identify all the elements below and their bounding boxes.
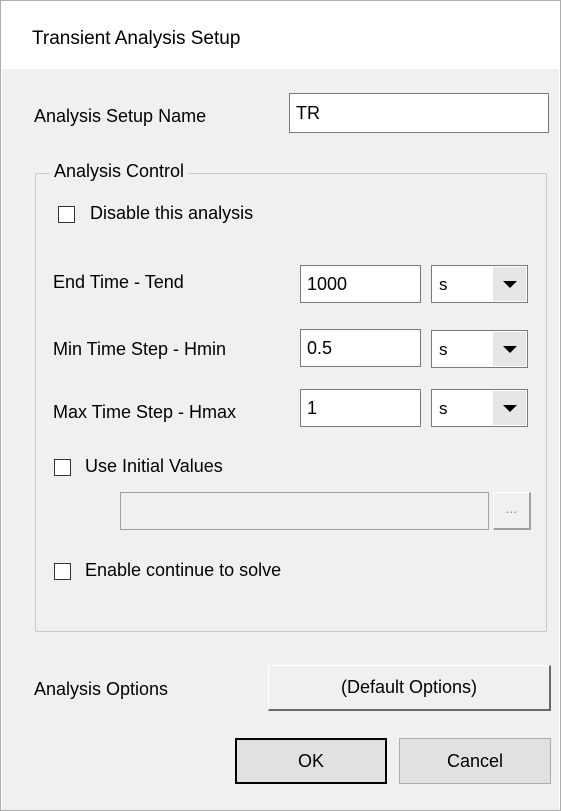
- max-step-input[interactable]: [300, 389, 421, 427]
- end-time-input[interactable]: [300, 265, 421, 303]
- end-time-label: End Time - Tend: [53, 272, 184, 292]
- analysis-control-legend: Analysis Control: [50, 161, 189, 182]
- max-step-unit-select[interactable]: s: [431, 389, 528, 427]
- end-time-unit-dropdown-button[interactable]: [492, 267, 526, 301]
- transient-analysis-setup-dialog: Transient Analysis Setup Analysis Setup …: [0, 0, 561, 811]
- disable-analysis-label: Disable this analysis: [90, 203, 254, 223]
- continue-solve-checkbox[interactable]: [54, 563, 71, 580]
- continue-solve-label: Enable continue to solve: [85, 560, 282, 580]
- min-step-unit-dropdown-button[interactable]: [492, 332, 526, 366]
- default-options-button[interactable]: (Default Options): [268, 665, 551, 711]
- max-step-unit-value: s: [439, 399, 448, 418]
- setup-name-label: Analysis Setup Name: [34, 106, 207, 126]
- max-step-label: Max Time Step - Hmax: [53, 402, 237, 422]
- chevron-down-icon: [503, 346, 517, 353]
- cancel-button[interactable]: Cancel: [399, 738, 551, 784]
- browse-initial-values-button[interactable]: ...: [493, 492, 531, 530]
- chevron-down-icon: [503, 405, 517, 412]
- dialog-body: Analysis Setup Name Analysis Control Dis…: [2, 69, 559, 810]
- ok-button[interactable]: OK: [235, 738, 387, 784]
- max-step-unit-dropdown-button[interactable]: [492, 391, 526, 425]
- title-bar[interactable]: Transient Analysis Setup: [2, 2, 559, 68]
- disable-analysis-checkbox[interactable]: [58, 206, 75, 223]
- chevron-down-icon: [503, 281, 517, 288]
- setup-name-input[interactable]: [289, 93, 549, 133]
- use-initial-values-label: Use Initial Values: [85, 456, 223, 476]
- analysis-options-label: Analysis Options: [34, 679, 169, 699]
- use-initial-values-checkbox[interactable]: [54, 459, 71, 476]
- end-time-unit-select[interactable]: s: [431, 265, 528, 303]
- end-time-unit-value: s: [439, 275, 448, 294]
- min-step-label: Min Time Step - Hmin: [53, 339, 227, 359]
- min-step-input[interactable]: [300, 329, 421, 367]
- min-step-unit-select[interactable]: s: [431, 330, 528, 368]
- min-step-unit-value: s: [439, 340, 448, 359]
- initial-values-path-input[interactable]: [120, 492, 489, 530]
- window-title: Transient Analysis Setup: [32, 28, 241, 49]
